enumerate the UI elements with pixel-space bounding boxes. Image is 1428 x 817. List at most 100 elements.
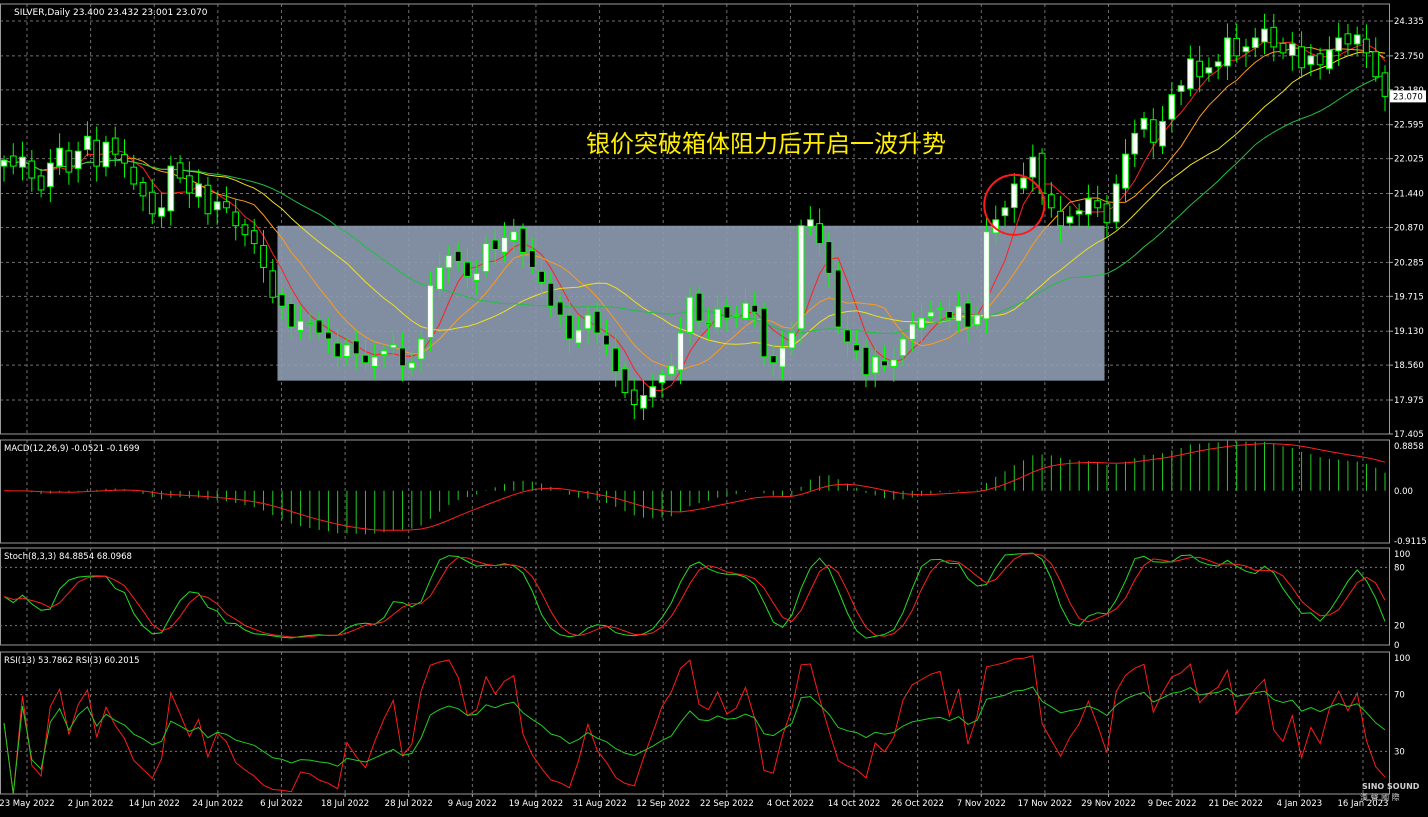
candle-body[interactable] xyxy=(705,322,712,325)
candle-body[interactable] xyxy=(797,225,805,330)
candle-body[interactable] xyxy=(28,160,36,179)
candle-body[interactable] xyxy=(1149,119,1157,143)
candle-body[interactable] xyxy=(399,347,406,367)
candle-body[interactable] xyxy=(908,323,916,340)
candle-body[interactable] xyxy=(1140,117,1148,130)
candle-body[interactable] xyxy=(566,314,573,340)
candle-body[interactable] xyxy=(769,355,777,364)
candle-body[interactable] xyxy=(371,356,379,368)
candle-body[interactable] xyxy=(964,302,972,328)
candle-body[interactable] xyxy=(84,135,91,151)
candle-body[interactable] xyxy=(1214,61,1222,67)
candle-body[interactable] xyxy=(1251,37,1259,49)
candle-body[interactable] xyxy=(1205,67,1213,74)
candle-body[interactable] xyxy=(788,332,796,349)
candle-body[interactable] xyxy=(334,342,342,358)
candle-body[interactable] xyxy=(973,314,981,326)
candle-body[interactable] xyxy=(593,310,601,334)
candle-body[interactable] xyxy=(445,255,453,269)
candle-body[interactable] xyxy=(297,320,304,332)
candle-body[interactable] xyxy=(1288,43,1296,56)
candle-body[interactable] xyxy=(649,386,657,398)
candle-body[interactable] xyxy=(195,183,203,198)
candle-body[interactable] xyxy=(306,322,314,325)
candle-body[interactable] xyxy=(1363,38,1370,54)
candle-body[interactable] xyxy=(436,266,443,290)
candle-body[interactable] xyxy=(325,331,332,340)
candle-body[interactable] xyxy=(315,319,323,334)
candle-body[interactable] xyxy=(1242,46,1250,53)
candle-body[interactable] xyxy=(519,227,527,254)
candle-body[interactable] xyxy=(1353,34,1361,45)
candle-body[interactable] xyxy=(1085,198,1092,215)
candle-body[interactable] xyxy=(612,347,620,373)
candle-body[interactable] xyxy=(148,191,156,215)
candle-body[interactable] xyxy=(287,302,295,328)
candle-body[interactable] xyxy=(1261,28,1268,43)
candle[interactable] xyxy=(983,216,990,334)
candle-body[interactable] xyxy=(1131,132,1139,155)
candle-body[interactable] xyxy=(547,282,555,307)
candle-body[interactable] xyxy=(482,243,490,273)
candle-body[interactable] xyxy=(1029,156,1037,178)
candle-body[interactable] xyxy=(1047,194,1055,209)
candle-body[interactable] xyxy=(343,344,351,358)
candle-body[interactable] xyxy=(417,338,425,360)
candle-body[interactable] xyxy=(556,301,564,316)
candle-body[interactable] xyxy=(1335,37,1343,52)
candle-body[interactable] xyxy=(816,223,823,245)
candle[interactable] xyxy=(834,261,842,335)
candle-body[interactable] xyxy=(1057,210,1064,227)
candle-body[interactable] xyxy=(426,284,434,339)
candle-body[interactable] xyxy=(1233,37,1241,57)
candle-body[interactable] xyxy=(158,207,165,217)
candle-body[interactable] xyxy=(1112,183,1120,223)
candle-body[interactable] xyxy=(139,181,147,197)
candle-body[interactable] xyxy=(510,231,518,241)
candle-body[interactable] xyxy=(501,237,508,253)
candle-body[interactable] xyxy=(454,250,462,262)
candle-body[interactable] xyxy=(667,365,675,375)
candle-body[interactable] xyxy=(1020,177,1027,189)
candle-body[interactable] xyxy=(464,261,471,277)
candle-body[interactable] xyxy=(167,165,175,212)
candle-body[interactable] xyxy=(834,269,842,328)
candle-body[interactable] xyxy=(936,307,944,310)
candle-body[interactable] xyxy=(473,272,481,281)
candle-body[interactable] xyxy=(983,231,990,320)
candle[interactable] xyxy=(797,219,805,345)
candle-body[interactable] xyxy=(9,155,17,167)
candle-body[interactable] xyxy=(603,334,610,346)
candle[interactable] xyxy=(760,302,768,365)
candle-body[interactable] xyxy=(1001,207,1009,217)
candle-body[interactable] xyxy=(918,317,925,329)
candle-body[interactable] xyxy=(1381,72,1389,97)
candle-body[interactable] xyxy=(862,346,870,376)
candle-body[interactable] xyxy=(1186,58,1194,90)
candle-body[interactable] xyxy=(871,356,879,374)
candle-body[interactable] xyxy=(185,175,193,194)
candle-body[interactable] xyxy=(1196,60,1204,78)
candle-body[interactable] xyxy=(1316,53,1324,66)
candle-body[interactable] xyxy=(176,162,184,179)
candle-body[interactable] xyxy=(19,156,26,168)
candle-body[interactable] xyxy=(630,389,638,405)
candle-body[interactable] xyxy=(760,307,768,358)
candle-body[interactable] xyxy=(686,296,694,333)
candle-body[interactable] xyxy=(779,347,786,368)
candle-body[interactable] xyxy=(204,184,212,215)
candle-body[interactable] xyxy=(1159,120,1166,147)
candle-body[interactable] xyxy=(1010,183,1018,209)
candle-body[interactable] xyxy=(46,162,54,188)
candle-body[interactable] xyxy=(732,314,740,317)
candle-body[interactable] xyxy=(380,350,388,356)
candle-body[interactable] xyxy=(121,154,128,164)
candle-body[interactable] xyxy=(575,329,583,344)
candle-body[interactable] xyxy=(714,308,722,329)
candle-body[interactable] xyxy=(1224,37,1231,67)
candle-body[interactable] xyxy=(881,360,888,367)
candle-body[interactable] xyxy=(927,311,935,318)
candle-body[interactable] xyxy=(1279,42,1287,54)
candle-body[interactable] xyxy=(250,230,258,245)
candle-body[interactable] xyxy=(528,250,536,268)
